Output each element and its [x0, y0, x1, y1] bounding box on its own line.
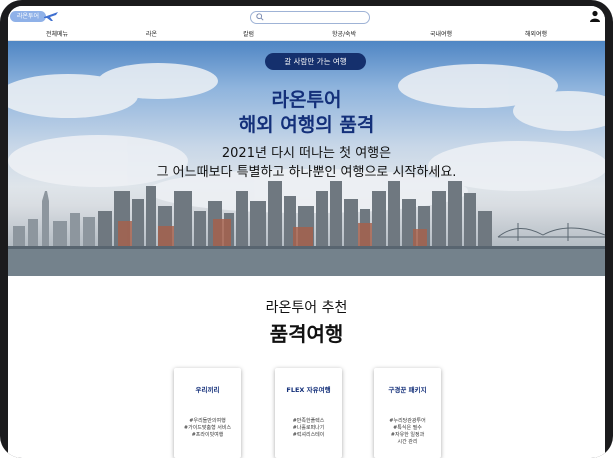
hero-title-line1: 라온투어 [271, 89, 342, 111]
logo-text: 라온투어 [10, 11, 46, 22]
hero-title-line2: 해외 여행의 품격 [238, 114, 375, 136]
card-tag: #만족한플렉스 [292, 418, 325, 424]
nav-item-column[interactable]: 칼럼 [243, 29, 254, 38]
logo[interactable]: 라온투어 [10, 9, 60, 25]
section-subtitle: 라온투어 추천 [265, 300, 348, 316]
hero-banner: 갈 사람만 가는 여행 라온투어 해외 여행의 품격 2021년 다시 떠나는 … [8, 41, 605, 276]
card-tags: #만족한플렉스 #나홀로떠나기 #럭셔리스테이 [275, 418, 342, 439]
airplane-icon [44, 12, 58, 21]
card-title: 우리끼리 [195, 386, 220, 394]
card-tag: #럭셔리스테이 [292, 432, 325, 438]
user-icon[interactable] [589, 10, 601, 22]
tablet-frame: 라온투어 전체메뉴 라온 칼럼 항공/숙박 국내여행 해외여행 갈 사람만 가는… [0, 0, 613, 458]
product-card-package[interactable]: 구경꾼 패키지 #누리당관광투어 #특식은 필수 #자유한 일정과 시간 관리 [374, 368, 441, 458]
card-tags: #우리들만의여행 #가이드맞춤형 서비스 #프라이빗여행 [174, 418, 241, 439]
section-title: 품격여행 [269, 322, 344, 346]
hero-subtitle-line1: 2021년 다시 떠나는 첫 여행은 [221, 146, 392, 161]
card-title: FLEX 자유여행 [286, 386, 331, 394]
card-tag: #가이드맞춤형 서비스 [183, 425, 232, 431]
card-tag: #나홀로떠나기 [292, 425, 325, 431]
product-card-flex[interactable]: FLEX 자유여행 #만족한플렉스 #나홀로떠나기 #럭셔리스테이 [275, 368, 342, 458]
card-tag: 시간 관리 [397, 439, 418, 445]
browser-screen: 라온투어 전체메뉴 라온 칼럼 항공/숙박 국내여행 해외여행 갈 사람만 가는… [8, 6, 605, 458]
nav-item-overseas[interactable]: 해외여행 [525, 29, 547, 38]
search-icon [256, 13, 264, 21]
card-title: 구경꾼 패키지 [388, 386, 427, 394]
nav-item-raon[interactable]: 라온 [146, 29, 157, 38]
card-tag: #프라이빗여행 [191, 432, 224, 438]
nav-item-flight-stay[interactable]: 항공/숙박 [332, 29, 356, 38]
card-tag: #누리당관광투어 [389, 418, 426, 424]
header: 라온투어 [8, 6, 605, 28]
hero-subtitle-line2: 그 어느때보다 특별하고 하나뿐인 여행으로 시작하세요. [156, 165, 457, 180]
nav-item-domestic[interactable]: 국내여행 [430, 29, 452, 38]
card-tag: #특식은 필수 [393, 425, 422, 431]
product-card-woorikiri[interactable]: 우리끼리 #우리들만의여행 #가이드맞춤형 서비스 #프라이빗여행 [174, 368, 241, 458]
search-input[interactable] [250, 11, 370, 24]
card-tags: #누리당관광투어 #특식은 필수 #자유한 일정과 시간 관리 [374, 418, 441, 446]
hero-tagline-pill: 갈 사람만 가는 여행 [265, 53, 366, 70]
main-nav: 전체메뉴 라온 칼럼 항공/숙박 국내여행 해외여행 [8, 28, 605, 41]
nav-item-all-menu[interactable]: 전체메뉴 [46, 29, 68, 38]
card-tag: #자유한 일정과 [390, 432, 425, 438]
card-tag: #우리들만의여행 [189, 418, 226, 424]
